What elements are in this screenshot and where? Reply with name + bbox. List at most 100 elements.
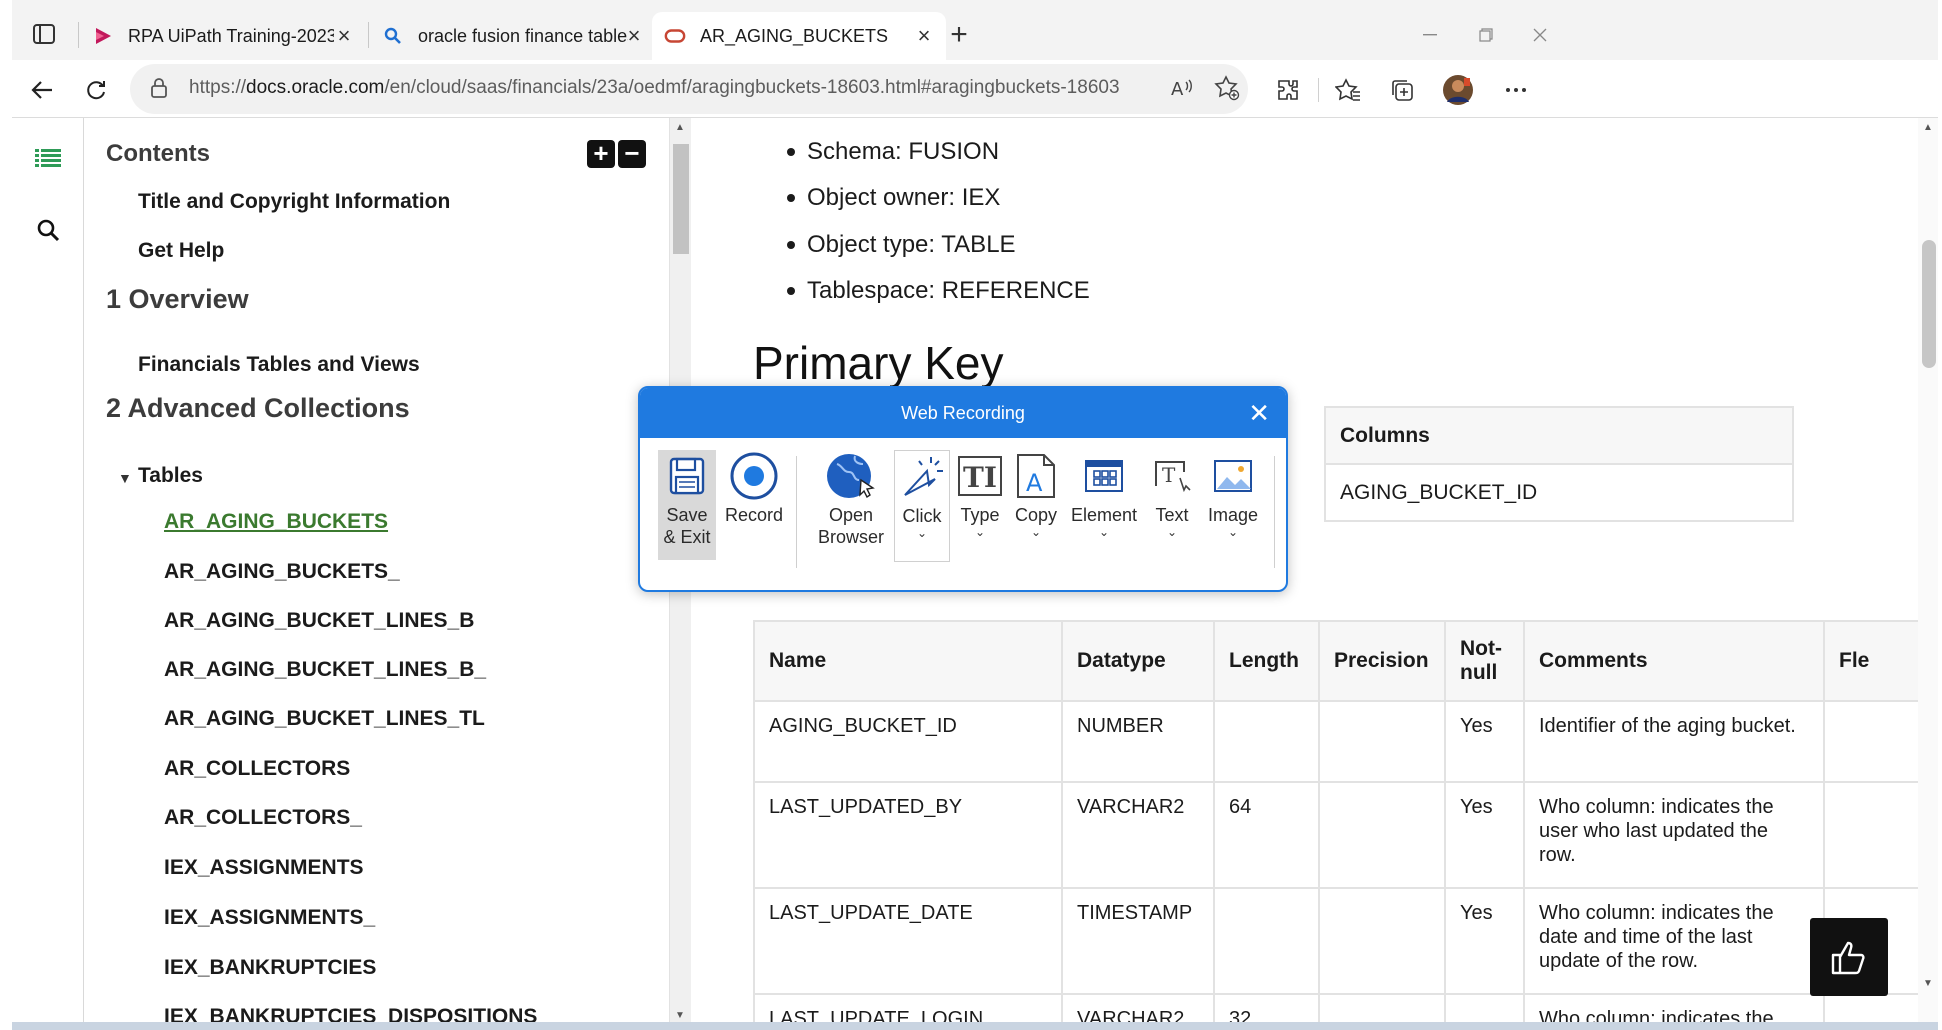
chevron-down-icon[interactable]: ⌄ xyxy=(1031,526,1041,538)
svg-text:A: A xyxy=(1171,79,1184,100)
tab-ar-aging-buckets[interactable]: AR_AGING_BUCKETS × xyxy=(652,12,946,60)
col-header-flex: Fle xyxy=(1823,620,1918,702)
page-scrollbar[interactable]: ▲ ▼ xyxy=(1918,118,1938,1030)
open-browser-button[interactable]: Open Browser xyxy=(806,450,896,548)
image-picture-icon xyxy=(1207,450,1259,502)
type-text-icon: TI xyxy=(954,450,1006,502)
new-tab-icon[interactable]: + xyxy=(942,18,976,52)
cell-flex xyxy=(1823,700,1918,783)
toc-scroll-thumb[interactable] xyxy=(673,144,689,254)
recorder-toolbar: Save & Exit Record Open Browser Click ⌄ … xyxy=(640,438,1286,590)
copy-label: Copy xyxy=(1014,505,1058,525)
chevron-down-icon[interactable]: ⌄ xyxy=(975,526,985,538)
toolbar-separator xyxy=(796,456,797,568)
cell-precision xyxy=(1318,887,1446,995)
back-arrow-icon[interactable] xyxy=(24,72,60,108)
address-bar[interactable]: https://docs.oracle.com/en/cloud/saas/fi… xyxy=(130,64,1248,114)
click-button[interactable]: Click ⌄ xyxy=(894,450,950,562)
element-button[interactable]: Element ⌄ xyxy=(1068,450,1140,538)
thumbs-up-icon xyxy=(1831,941,1865,975)
tab-separator xyxy=(368,22,369,48)
toc-chapter-advanced-collections[interactable]: 2 Advanced Collections xyxy=(106,393,410,424)
text-label: Text xyxy=(1155,505,1189,525)
page-scroll-thumb[interactable] xyxy=(1922,240,1936,368)
tab-actions-icon[interactable] xyxy=(26,18,62,50)
element-grid-icon xyxy=(1078,450,1130,502)
web-recording-titlebar: Web Recording ✕ xyxy=(640,388,1286,438)
collapse-all-button[interactable]: − xyxy=(618,140,646,168)
toolbar-separator xyxy=(1274,456,1275,568)
chevron-down-icon[interactable]: ⌄ xyxy=(1167,526,1177,538)
lock-icon[interactable] xyxy=(150,77,168,104)
url-host: docs.oracle.com xyxy=(246,77,385,98)
scroll-down-icon[interactable]: ▼ xyxy=(675,1010,685,1021)
toc-table-link[interactable]: AR_COLLECTORS xyxy=(164,757,350,781)
col-header-length: Length xyxy=(1213,620,1320,702)
profile-avatar-icon[interactable] xyxy=(1440,72,1476,108)
collections-icon[interactable] xyxy=(1384,72,1420,108)
toc-table-link[interactable]: IEX_BANKRUPTCIES xyxy=(164,956,376,980)
toc-table-link[interactable]: AR_AGING_BUCKETS_ xyxy=(164,560,400,584)
cell-length xyxy=(1213,700,1320,783)
read-aloud-icon[interactable]: A xyxy=(1170,76,1194,105)
table-of-contents: Contents + − Title and Copyright Informa… xyxy=(84,118,669,1030)
close-dialog-button[interactable]: ✕ xyxy=(1248,388,1270,438)
scroll-up-icon[interactable]: ▲ xyxy=(1923,122,1933,133)
toc-chapter-overview[interactable]: 1 Overview xyxy=(106,284,249,315)
toc-link-get-help[interactable]: Get Help xyxy=(138,239,224,263)
type-button[interactable]: TI Type ⌄ xyxy=(954,450,1006,538)
toc-expand-collapse: + − xyxy=(587,140,646,168)
close-window-icon[interactable] xyxy=(1520,20,1560,50)
image-button[interactable]: Image ⌄ xyxy=(1200,450,1266,538)
chevron-down-icon[interactable]: ⌄ xyxy=(917,527,927,539)
web-recording-dialog: Web Recording ✕ Save & Exit Record Open … xyxy=(638,386,1288,592)
toc-table-link[interactable]: AR_AGING_BUCKET_LINES_B xyxy=(164,609,474,633)
more-options-icon[interactable] xyxy=(1498,72,1534,108)
browser-window: RPA UiPath Training-20230124_0 × oracle … xyxy=(12,0,1938,1030)
pk-column-value: AGING_BUCKET_ID xyxy=(1324,463,1794,522)
toc-table-link[interactable]: AR_COLLECTORS_ xyxy=(164,806,362,830)
close-tab-icon[interactable]: × xyxy=(912,23,936,48)
copy-button[interactable]: A Copy ⌄ xyxy=(1010,450,1062,538)
extensions-icon[interactable] xyxy=(1270,72,1306,108)
svg-text:A: A xyxy=(1026,469,1043,497)
toc-link-financials-tables[interactable]: Financials Tables and Views xyxy=(138,353,420,377)
close-tab-icon[interactable]: × xyxy=(622,23,646,48)
scroll-down-icon[interactable]: ▼ xyxy=(1923,978,1933,989)
table-row: LAST_UPDATED_BY VARCHAR2 64 Yes Who colu… xyxy=(753,781,1918,889)
toc-table-link[interactable]: AR_AGING_BUCKET_LINES_TL xyxy=(164,707,485,731)
col-header-precision: Precision xyxy=(1318,620,1446,702)
favorites-icon[interactable] xyxy=(1330,72,1366,108)
save-disk-icon xyxy=(661,450,713,502)
add-favorite-icon[interactable] xyxy=(1214,75,1240,106)
primary-key-heading: Primary Key xyxy=(753,337,1004,389)
close-tab-icon[interactable]: × xyxy=(332,23,356,48)
toc-table-link[interactable]: IEX_ASSIGNMENTS_ xyxy=(164,906,375,930)
feedback-button[interactable] xyxy=(1810,918,1888,996)
chevron-down-icon[interactable]: ⌄ xyxy=(1099,526,1109,538)
detail-type: Object type: TABLE xyxy=(787,231,1016,259)
tab-search[interactable]: oracle fusion finance tables - Sea × xyxy=(370,12,656,60)
search-icon[interactable] xyxy=(28,210,68,250)
toc-table-link[interactable]: IEX_ASSIGNMENTS xyxy=(164,856,364,880)
save-exit-button[interactable]: Save & Exit xyxy=(658,450,716,560)
cell-comments: Who column: indicates the user who last … xyxy=(1523,781,1825,889)
expand-all-button[interactable]: + xyxy=(587,140,615,168)
record-button[interactable]: Record xyxy=(722,450,786,526)
oracle-logo-icon xyxy=(664,25,686,47)
primary-key-table: Columns AGING_BUCKET_ID xyxy=(1324,406,1794,522)
toc-link-title-copyright[interactable]: Title and Copyright Information xyxy=(138,190,450,214)
tab-uipath-training[interactable]: RPA UiPath Training-20230124_0 × xyxy=(80,12,366,60)
toc-tables-node[interactable]: Tables xyxy=(138,464,203,488)
refresh-icon[interactable] xyxy=(78,72,114,108)
toc-table-link[interactable]: AR_AGING_BUCKET_LINES_B_ xyxy=(164,658,486,682)
scroll-up-icon[interactable]: ▲ xyxy=(675,122,685,133)
toc-list-icon[interactable] xyxy=(28,138,68,178)
chevron-down-icon[interactable]: ⌄ xyxy=(1228,526,1238,538)
restore-icon[interactable] xyxy=(1466,20,1506,50)
caret-down-icon[interactable]: ▼ xyxy=(118,470,132,486)
text-button[interactable]: T Text ⌄ xyxy=(1148,450,1196,538)
minimize-icon[interactable] xyxy=(1410,20,1450,50)
table-header-row: Name Datatype Length Precision Not- null… xyxy=(753,620,1918,702)
toc-table-link-current[interactable]: AR_AGING_BUCKETS xyxy=(164,510,388,534)
